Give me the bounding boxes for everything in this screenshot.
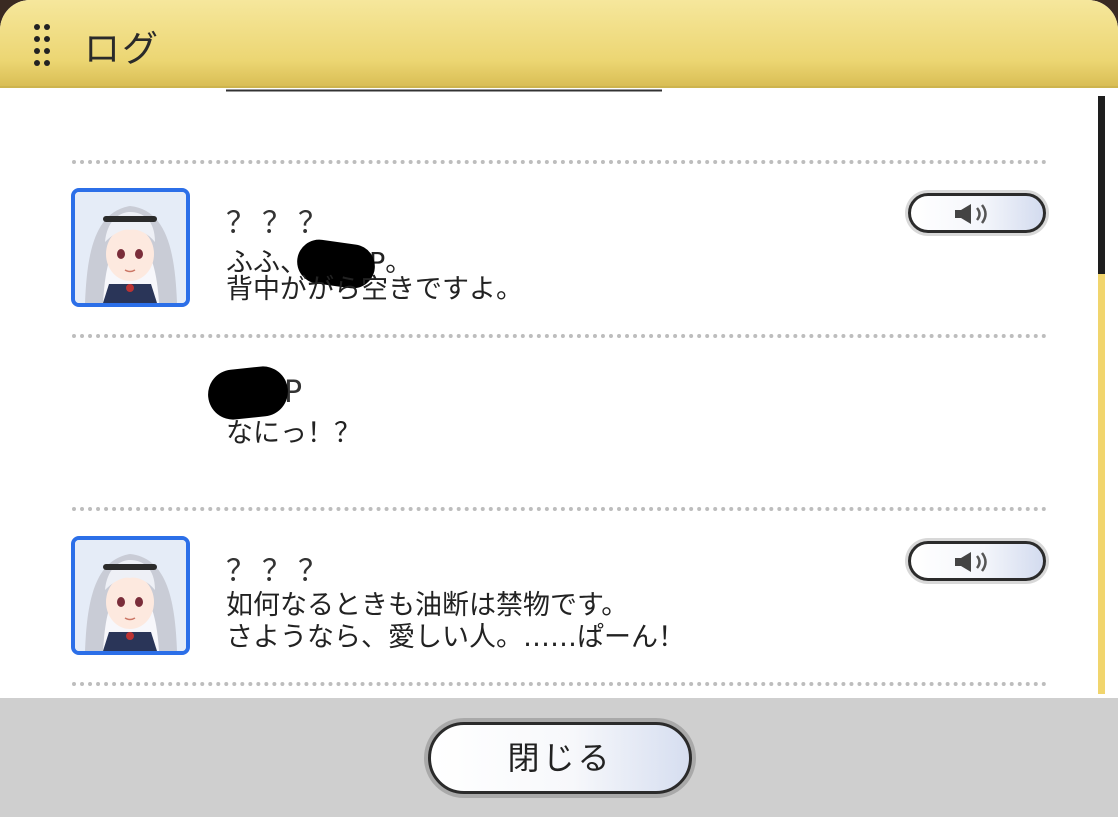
divider bbox=[72, 507, 1047, 511]
speaker-icon bbox=[955, 204, 987, 224]
speaker-icon bbox=[955, 552, 987, 572]
partial-log-text: ―――――――――――――――――― bbox=[226, 88, 662, 105]
scrollbar-thumb[interactable] bbox=[1098, 96, 1105, 274]
speaker-name: ？？？ bbox=[226, 554, 334, 589]
divider bbox=[72, 682, 1047, 686]
footer-bar: 閉じる bbox=[0, 698, 1118, 817]
voice-play-button[interactable] bbox=[908, 541, 1046, 581]
log-window: ログ ―――――――――――――――――― ？？？ ふふ、 P。 背中ががら空き… bbox=[0, 0, 1118, 817]
speaker-name: ？？？ bbox=[226, 206, 334, 241]
dialogue-line: 背中ががら空きですよ。 bbox=[226, 274, 523, 305]
drag-handle-icon[interactable] bbox=[34, 24, 52, 68]
title-bar: ログ bbox=[0, 0, 1118, 88]
divider bbox=[72, 334, 1047, 338]
redaction-mark bbox=[205, 363, 291, 423]
voice-play-button[interactable] bbox=[908, 193, 1046, 233]
speaker-name: P bbox=[205, 363, 302, 423]
dialogue-line: 如何なるときも油断は禁物です。 bbox=[226, 590, 629, 621]
window-title: ログ bbox=[84, 29, 161, 70]
divider bbox=[72, 160, 1047, 164]
dialogue-line: なにっ！？ bbox=[226, 418, 361, 449]
dialogue-line: さようなら、愛しい人。……ぱーん！ bbox=[226, 622, 685, 653]
avatar bbox=[71, 188, 190, 307]
avatar bbox=[71, 536, 190, 655]
log-list[interactable]: ―――――――――――――――――― ？？？ ふふ、 P。 背中ががら空きですよ。 bbox=[0, 88, 1118, 698]
close-button[interactable]: 閉じる bbox=[428, 722, 692, 794]
